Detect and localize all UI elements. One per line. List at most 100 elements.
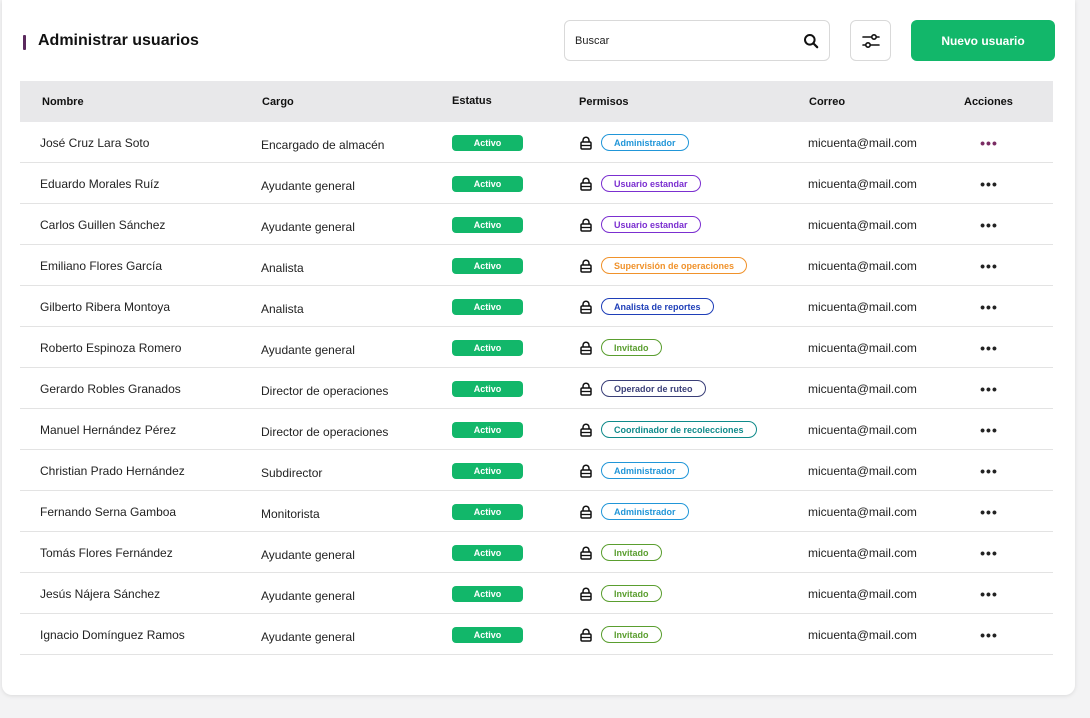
status-badge: Activo (452, 380, 523, 397)
table-row[interactable]: Jesús Nájera Sánchez Ayudante general Ac… (20, 573, 1053, 614)
permission-badge: Administrador (601, 503, 689, 520)
status-badge: Activo (452, 257, 523, 274)
status-badge: Activo (452, 462, 523, 479)
row-actions[interactable]: ••• (976, 532, 1002, 573)
more-horizontal-icon[interactable]: ••• (980, 505, 998, 519)
user-name: Christian Prado Hernández (40, 463, 185, 478)
new-user-button[interactable]: Nuevo usuario (911, 20, 1055, 61)
user-email: micuenta@mail.com (808, 504, 917, 519)
user-role: Encargado de almacén (261, 137, 385, 152)
row-actions[interactable]: ••• (976, 368, 1002, 409)
permission-badge: Usuario estandar (601, 216, 701, 233)
permission-badge: Invitado (601, 339, 662, 356)
lock-icon (580, 136, 592, 150)
status-cell: Activo (452, 368, 523, 409)
column-header-permissions[interactable]: Permisos (579, 96, 629, 108)
lock-icon (580, 628, 592, 642)
row-actions[interactable]: ••• (976, 409, 1002, 450)
status-cell: Activo (452, 573, 523, 614)
column-header-email[interactable]: Correo (809, 96, 845, 108)
user-email: micuenta@mail.com (808, 381, 917, 396)
permission-cell: Administrador (579, 450, 689, 491)
status-badge: Activo (452, 544, 523, 561)
row-actions[interactable]: ••• (976, 491, 1002, 532)
more-horizontal-icon[interactable]: ••• (980, 177, 998, 191)
filter-button[interactable] (850, 20, 891, 61)
permission-cell: Usuario estandar (579, 204, 701, 245)
lock-icon (580, 464, 592, 478)
more-horizontal-icon[interactable]: ••• (980, 218, 998, 232)
more-horizontal-icon[interactable]: ••• (980, 259, 998, 273)
status-badge: Activo (452, 216, 523, 233)
status-badge: Activo (452, 626, 523, 643)
user-email: micuenta@mail.com (808, 135, 917, 150)
permission-badge: Analista de reportes (601, 298, 714, 315)
table-row[interactable]: Fernando Serna Gamboa Monitorista Activo… (20, 491, 1053, 532)
user-role: Ayudante general (261, 219, 355, 234)
permission-cell: Administrador (579, 122, 689, 163)
row-actions[interactable]: ••• (976, 614, 1002, 655)
more-horizontal-icon[interactable]: ••• (980, 464, 998, 478)
column-header-name[interactable]: Nombre (42, 96, 84, 108)
user-name: Ignacio Domínguez Ramos (40, 627, 185, 642)
search-icon[interactable] (803, 33, 819, 49)
row-actions[interactable]: ••• (976, 327, 1002, 368)
search-box[interactable] (564, 20, 830, 61)
user-email: micuenta@mail.com (808, 627, 917, 642)
row-actions[interactable]: ••• (976, 573, 1002, 614)
table-row[interactable]: Carlos Guillen Sánchez Ayudante general … (20, 204, 1053, 245)
column-header-role[interactable]: Cargo (262, 96, 294, 108)
lock-icon (580, 218, 592, 232)
status-cell: Activo (452, 286, 523, 327)
table-row[interactable]: Manuel Hernández Pérez Director de opera… (20, 409, 1053, 450)
permission-cell: Coordinador de recolecciones (579, 409, 757, 450)
permission-badge: Administrador (601, 462, 689, 479)
permission-badge: Supervisión de operaciones (601, 257, 748, 274)
table-row[interactable]: Christian Prado Hernández Subdirector Ac… (20, 450, 1053, 491)
table-row[interactable]: Tomás Flores Fernández Ayudante general … (20, 532, 1053, 573)
table-row[interactable]: Ignacio Domínguez Ramos Ayudante general… (20, 614, 1053, 655)
table-row[interactable]: Eduardo Morales Ruíz Ayudante general Ac… (20, 163, 1053, 204)
more-horizontal-icon[interactable]: ••• (980, 587, 998, 601)
row-actions[interactable]: ••• (976, 245, 1002, 286)
row-actions[interactable]: ••• (976, 163, 1002, 204)
user-name: Gilberto Ribera Montoya (40, 299, 171, 314)
sliders-icon (861, 33, 880, 48)
more-horizontal-icon[interactable]: ••• (980, 628, 998, 642)
user-role: Ayudante general (261, 178, 355, 193)
table-row[interactable]: Roberto Espinoza Romero Ayudante general… (20, 327, 1053, 368)
status-cell: Activo (452, 409, 523, 450)
user-name: José Cruz Lara Soto (40, 135, 150, 150)
user-role: Director de operaciones (261, 383, 389, 398)
search-input[interactable] (575, 31, 795, 51)
user-email: micuenta@mail.com (808, 299, 917, 314)
lock-icon (580, 300, 592, 314)
row-actions[interactable]: ••• (976, 286, 1002, 327)
more-horizontal-icon[interactable]: ••• (980, 546, 998, 560)
user-name: Tomás Flores Fernández (40, 545, 173, 560)
lock-icon (580, 423, 592, 437)
column-header-status[interactable]: Estatus (452, 95, 492, 107)
status-cell: Activo (452, 614, 523, 655)
row-actions[interactable]: ••• (976, 122, 1002, 163)
table-row[interactable]: Emiliano Flores García Analista Activo S… (20, 245, 1053, 286)
status-cell: Activo (452, 245, 523, 286)
permission-cell: Invitado (579, 614, 662, 655)
table-row[interactable]: José Cruz Lara Soto Encargado de almacén… (20, 122, 1053, 163)
more-horizontal-icon[interactable]: ••• (980, 300, 998, 314)
table-body: José Cruz Lara Soto Encargado de almacén… (20, 122, 1053, 655)
more-horizontal-icon[interactable]: ••• (980, 136, 998, 150)
permission-badge: Invitado (601, 626, 662, 643)
lock-icon (580, 341, 592, 355)
more-horizontal-icon[interactable]: ••• (980, 423, 998, 437)
permission-cell: Administrador (579, 491, 689, 532)
lock-icon (580, 546, 592, 560)
table-row[interactable]: Gilberto Ribera Montoya Analista Activo … (20, 286, 1053, 327)
user-role: Director de operaciones (261, 424, 389, 439)
permission-badge: Administrador (601, 134, 689, 151)
row-actions[interactable]: ••• (976, 450, 1002, 491)
more-horizontal-icon[interactable]: ••• (980, 341, 998, 355)
table-row[interactable]: Gerardo Robles Granados Director de oper… (20, 368, 1053, 409)
row-actions[interactable]: ••• (976, 204, 1002, 245)
more-horizontal-icon[interactable]: ••• (980, 382, 998, 396)
